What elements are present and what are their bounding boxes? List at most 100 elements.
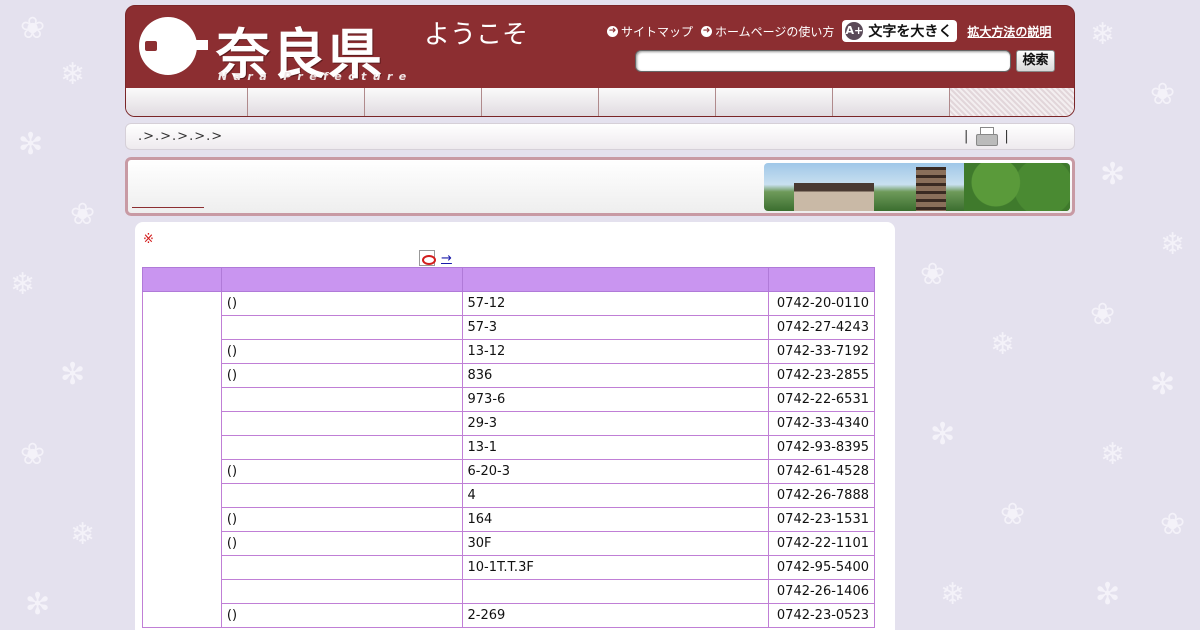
print-area: | | — [964, 127, 1009, 146]
table-row: () 30F 0742-22-1101 — [143, 531, 875, 556]
name-cell: () — [220, 507, 463, 532]
tel-cell: 0742-93-8395 — [768, 435, 875, 460]
nav-item-4[interactable] — [482, 88, 599, 116]
facility-table: () 57-12 0742-20-0110 57-3 0742-27-4243() 13-… — [142, 267, 875, 628]
name-cell — [220, 435, 463, 460]
table-row: 0742-26-1406 — [143, 579, 875, 604]
address-cell: 6-20-3 — [461, 459, 770, 484]
table-row: 4 0742-26-7888 — [143, 483, 875, 508]
address-cell: 13-12 — [461, 339, 770, 364]
pdf-download-link[interactable]: → — [441, 251, 537, 266]
pagoda-shape — [916, 167, 946, 211]
enlarge-text-button[interactable]: A+ 文字を大きく — [842, 20, 958, 42]
table-row: () 13-12 0742-33-7192 — [143, 339, 875, 364]
address-cell: 2-269 — [461, 603, 770, 628]
name-cell — [220, 579, 463, 604]
table-row: () 2-269 0742-23-0523 — [143, 603, 875, 628]
main-content: ※ → () 57-12 0742-20-0110 57-3 0742-27-4243(… — [135, 222, 895, 630]
tel-cell: 0742-23-1531 — [768, 507, 875, 532]
breadcrumb: .>.>.>.>.> | | — [125, 123, 1075, 150]
enlarge-help-link[interactable]: 拡大方法の説明 — [967, 23, 1051, 40]
arrow-circle-icon: ➜ — [701, 25, 713, 37]
table-row: 13-1 0742-93-8395 — [143, 435, 875, 460]
nav-item-7[interactable] — [833, 88, 950, 116]
address-cell: 57-12 — [461, 291, 770, 316]
table-row: 29-3 0742-33-4340 — [143, 411, 875, 436]
search-button[interactable]: 検索 — [1016, 50, 1055, 72]
address-cell: 973-6 — [461, 387, 770, 412]
tel-cell: 0742-26-7888 — [768, 483, 875, 508]
table-row: () 164 0742-23-1531 — [143, 507, 875, 532]
name-cell: () — [220, 291, 463, 316]
logo-emblem-bar — [194, 40, 208, 50]
address-cell: 10-1T.T.3F — [461, 555, 770, 580]
nav-item-5[interactable] — [599, 88, 716, 116]
name-cell: () — [220, 603, 463, 628]
address-cell: 13-1 — [461, 435, 770, 460]
table-header-row — [142, 267, 875, 292]
print-separator-left: | — [964, 128, 969, 144]
name-cell: () — [220, 339, 463, 364]
tel-cell: 0742-61-4528 — [768, 459, 875, 484]
tel-cell: 0742-33-4340 — [768, 411, 875, 436]
utility-links: ➜ サイトマップ ➜ ホームページの使い方 A+ 文字を大きく 拡大方法の説明 — [607, 20, 1051, 42]
logo-subtitle: Nara Prefecture — [218, 70, 413, 83]
name-cell: () — [220, 531, 463, 556]
table-row: 10-1T.T.3F 0742-95-5400 — [143, 555, 875, 580]
welcome-text: ようこそ — [424, 20, 529, 50]
tel-cell: 0742-22-1101 — [768, 531, 875, 556]
how-to-use-link[interactable]: ➜ ホームページの使い方 — [701, 23, 834, 40]
name-cell — [220, 555, 463, 580]
temple-banner-image — [764, 163, 1070, 211]
breadcrumb-trail[interactable]: .>.>.>.>.> — [138, 129, 223, 144]
nav-item-2[interactable] — [248, 88, 365, 116]
global-nav — [126, 88, 1074, 116]
header-cell-tel — [768, 267, 875, 292]
address-cell: 836 — [461, 363, 770, 388]
tel-cell: 0742-95-5400 — [768, 555, 875, 580]
nav-item-3[interactable] — [365, 88, 482, 116]
nav-item-8[interactable] — [950, 88, 1074, 116]
tel-cell: 0742-33-7192 — [768, 339, 875, 364]
search-input[interactable] — [635, 50, 1011, 72]
tel-cell: 0742-20-0110 — [768, 291, 875, 316]
table-row: () 6-20-3 0742-61-4528 — [143, 459, 875, 484]
enlarge-text-label: 文字を大きく — [868, 24, 953, 40]
nav-item-1[interactable] — [126, 88, 248, 116]
table-row: () 57-12 0742-20-0110 — [142, 291, 875, 628]
address-cell: 164 — [461, 507, 770, 532]
area-cell — [142, 291, 222, 628]
header-cell-address — [461, 267, 770, 292]
print-separator-right: | — [1004, 128, 1009, 144]
nav-item-6[interactable] — [716, 88, 833, 116]
how-to-use-label: ホームページの使い方 — [715, 24, 835, 39]
tel-cell: 0742-22-6531 — [768, 387, 875, 412]
name-cell: () — [220, 363, 463, 388]
sitemap-link[interactable]: ➜ サイトマップ — [607, 23, 693, 40]
temple-hall-shape — [794, 183, 874, 211]
address-cell: 4 — [461, 483, 770, 508]
tel-cell: 0742-26-1406 — [768, 579, 875, 604]
name-cell — [220, 315, 463, 340]
pdf-arrow: → — [441, 250, 452, 266]
table-body: () 57-12 0742-20-0110 57-3 0742-27-4243() 13-… — [142, 291, 875, 628]
pdf-download-row: → — [419, 250, 537, 266]
header-cell-area — [142, 267, 222, 292]
text-size-icon: A+ — [845, 22, 864, 40]
name-cell: () — [220, 459, 463, 484]
note-mark: ※ — [143, 232, 154, 247]
page-title-underline — [132, 207, 204, 208]
address-cell: 29-3 — [461, 411, 770, 436]
address-cell — [461, 579, 770, 604]
tel-cell: 0742-23-2855 — [768, 363, 875, 388]
address-cell: 57-3 — [461, 315, 770, 340]
table-row: 57-3 0742-27-4243 — [143, 315, 875, 340]
nara-logo-emblem[interactable] — [139, 17, 197, 75]
table-row: 973-6 0742-22-6531 — [143, 387, 875, 412]
printer-icon[interactable] — [976, 127, 999, 146]
arrow-circle-icon: ➜ — [607, 25, 618, 37]
page-title-band — [125, 157, 1075, 216]
name-cell — [220, 411, 463, 436]
trees-shape — [964, 163, 1070, 211]
address-cell: 30F — [461, 531, 770, 556]
